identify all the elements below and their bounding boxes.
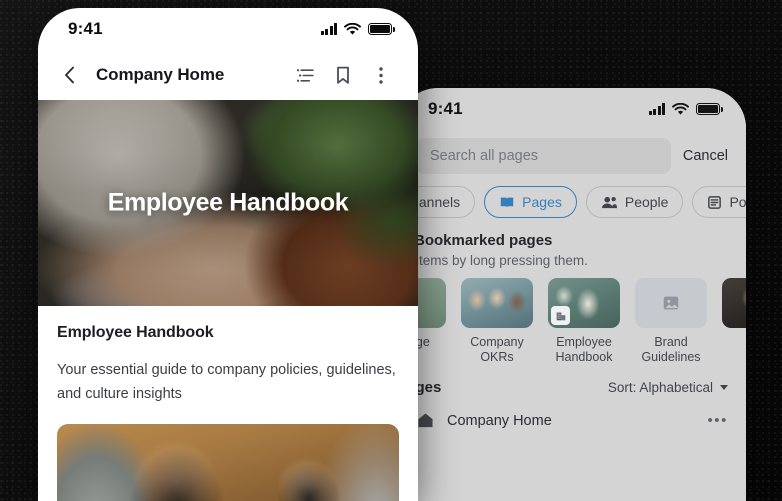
table-of-contents-button[interactable] xyxy=(288,58,322,92)
left-phone-frame: 9:41 Company Home Employee Handbook Empl… xyxy=(38,8,418,501)
bookmarked-pages-heading: Bookmarked pages xyxy=(414,232,553,249)
hero-title: Employee Handbook xyxy=(107,188,349,217)
article-icon xyxy=(708,195,722,209)
right-status-icons xyxy=(649,102,723,116)
all-pages-header: pages Sort: Alphabetical xyxy=(398,369,746,402)
signal-bars-icon xyxy=(321,23,337,35)
filter-chip-label: Pages xyxy=(522,194,562,210)
bookmark-card-thumbnail xyxy=(461,278,533,328)
signal-bars-icon xyxy=(649,103,665,115)
right-status-clock: 9:41 xyxy=(428,99,463,118)
bookmark-card-label: Employee Handbook xyxy=(555,335,613,364)
search-placeholder: Search all pages xyxy=(430,148,539,164)
left-status-bar: 9:41 xyxy=(38,8,418,50)
more-horizontal-icon[interactable]: ••• xyxy=(707,412,728,429)
bookmark-card-label: Brand Guidelines xyxy=(641,335,701,364)
hero-banner: Employee Handbook xyxy=(38,100,418,306)
sort-dropdown[interactable]: Sort: Alphabetical xyxy=(608,380,728,395)
home-icon xyxy=(418,413,433,428)
sort-dropdown-label: Sort: Alphabetical xyxy=(607,380,713,395)
page-list-row-label: Company Home xyxy=(447,412,552,429)
bookmark-card-label: Company OKRs xyxy=(470,335,524,364)
right-phone-frame: 9:41 Search all pages Cancel Channels Pa… xyxy=(398,88,746,501)
page-title: Company Home xyxy=(96,65,225,84)
bookmark-card-thumbnail xyxy=(548,278,620,328)
bookmarked-cards-carousel[interactable]: e Page Company OKRs xyxy=(398,278,746,369)
building-icon xyxy=(551,306,570,325)
people-icon xyxy=(601,196,617,208)
document-title: Employee Handbook xyxy=(57,324,214,341)
filter-chip-pages[interactable]: Pages xyxy=(484,186,577,218)
bookmark-card-thumbnail xyxy=(635,278,707,328)
more-options-button[interactable] xyxy=(364,58,398,92)
battery-full-icon xyxy=(368,23,395,35)
bookmark-card[interactable]: Employee Handbook xyxy=(548,278,620,365)
filter-chip-people[interactable]: People xyxy=(585,186,684,218)
bookmarked-pages-subtitle: items by long pressing them. xyxy=(416,253,588,268)
bookmark-card[interactable]: Brand Guidelines xyxy=(635,278,707,365)
bookmark-card-thumbnail xyxy=(722,278,746,328)
battery-full-icon xyxy=(696,103,723,115)
left-nav-bar: Company Home xyxy=(38,50,418,100)
image-placeholder-icon xyxy=(663,296,679,310)
left-status-icons xyxy=(321,22,395,36)
filter-chip-row: Channels Pages People Po xyxy=(398,184,746,230)
bookmark-button[interactable] xyxy=(326,58,360,92)
left-status-clock: 9:41 xyxy=(68,19,103,38)
left-content-area: Employee Handbook Your essential guide t… xyxy=(38,306,418,501)
cancel-search-button[interactable]: Cancel xyxy=(683,148,728,164)
bookmark-card[interactable]: Res xyxy=(722,278,746,365)
bookmark-card[interactable]: Company OKRs xyxy=(461,278,533,365)
right-search-row: Search all pages Cancel xyxy=(398,130,746,184)
search-input[interactable]: Search all pages xyxy=(416,138,671,174)
wifi-icon xyxy=(344,22,361,35)
filter-chip-label: People xyxy=(624,194,669,210)
outline-list-icon xyxy=(296,68,314,82)
filter-chip-label: Posts xyxy=(729,194,746,210)
chevron-down-icon xyxy=(720,385,728,390)
right-phone-screen: 9:41 Search all pages Cancel Channels Pa… xyxy=(398,88,746,501)
more-vertical-icon xyxy=(379,66,383,84)
inline-content-image xyxy=(57,424,399,501)
wifi-icon xyxy=(672,102,689,115)
right-status-bar: 9:41 xyxy=(398,88,746,130)
document-description: Your essential guide to company policies… xyxy=(57,362,396,402)
filter-chip-posts[interactable]: Posts xyxy=(692,186,746,218)
back-button[interactable] xyxy=(52,58,86,92)
bookmark-icon xyxy=(337,66,349,84)
chevron-left-icon xyxy=(64,66,74,84)
book-icon xyxy=(500,197,514,207)
page-list-row[interactable]: Company Home ••• xyxy=(398,402,746,439)
bookmark-card-label: Res xyxy=(722,335,746,350)
